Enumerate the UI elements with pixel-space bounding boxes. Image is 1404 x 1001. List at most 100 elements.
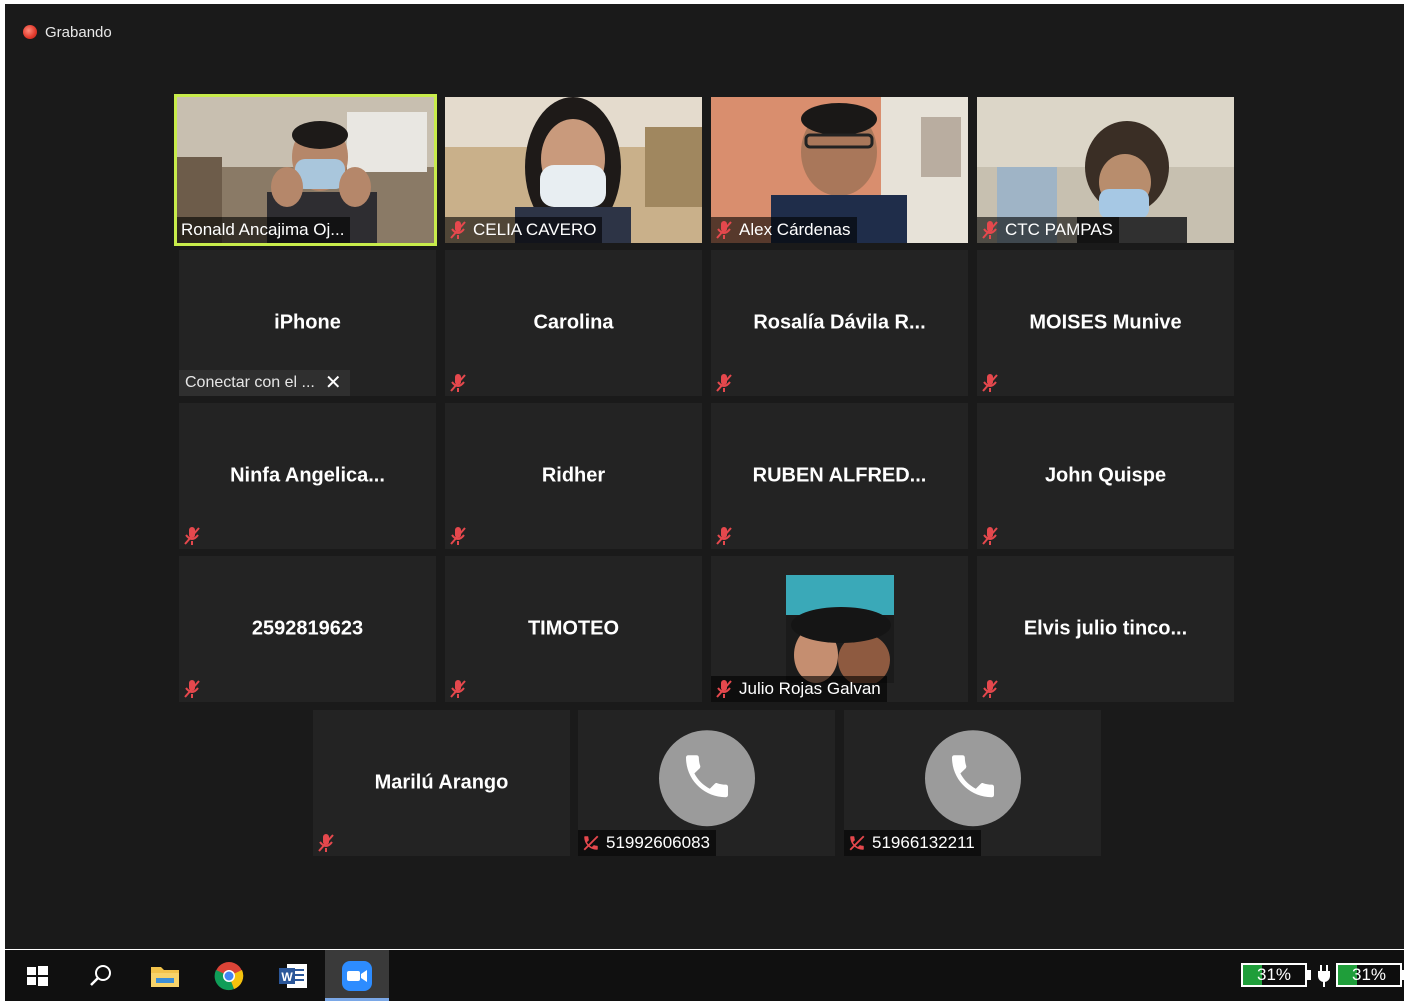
search-icon[interactable] <box>69 950 133 1001</box>
participant-tile-timoteo[interactable]: TIMOTEO <box>445 556 702 702</box>
battery-level: 31% <box>1336 963 1402 987</box>
participant-tile-carolina[interactable]: Carolina <box>445 250 702 396</box>
participant-tile-ninfa[interactable]: Ninfa Angelica... <box>179 403 436 549</box>
windows-taskbar: W 31% 31% <box>5 950 1404 1001</box>
muted-mic-icon <box>183 526 201 546</box>
participant-status <box>445 370 473 396</box>
participant-name-label: 51992606083 <box>578 830 717 856</box>
muted-mic-icon <box>183 679 201 699</box>
participant-tile-ridher[interactable]: Ridher <box>445 403 702 549</box>
participant-name: RUBEN ALFRED... <box>752 464 927 487</box>
participant-tile-ruben[interactable]: RUBEN ALFRED... <box>711 403 968 549</box>
participant-name-label: Julio Rojas Galvan <box>711 676 887 702</box>
phone-tile-call1[interactable]: 51992606083 <box>578 710 835 856</box>
connect-audio-prompt[interactable]: Conectar con el ... ✕ <box>179 370 350 396</box>
connect-prompt-text: Conectar con el ... <box>185 374 315 391</box>
participant-name-label: 51966132211 <box>844 830 981 856</box>
participant-name: 51992606083 <box>606 833 711 852</box>
muted-mic-icon <box>449 526 467 546</box>
video-tile-celia[interactable]: CELIA CAVERO <box>445 97 702 243</box>
participant-tile-moises[interactable]: MOISES Munive <box>977 250 1234 396</box>
participant-status <box>711 370 739 396</box>
muted-mic-icon <box>449 220 467 240</box>
battery-percent: 31% <box>1351 965 1387 984</box>
muted-mic-icon <box>449 679 467 699</box>
video-tile-alex[interactable]: Alex Cárdenas <box>711 97 968 243</box>
participant-status <box>711 523 739 549</box>
windows-start-icon[interactable] <box>5 950 69 1001</box>
participant-name: John Quispe <box>1044 464 1167 487</box>
recording-label: Grabando <box>45 23 112 41</box>
participant-name: MOISES Munive <box>1029 311 1182 334</box>
muted-phone-icon <box>848 833 866 853</box>
zoom-icon[interactable] <box>325 950 389 1001</box>
muted-mic-icon <box>449 373 467 393</box>
phone-tile-call2[interactable]: 51966132211 <box>844 710 1101 856</box>
participant-status <box>977 676 1005 702</box>
participant-tile-rosalia[interactable]: Rosalía Dávila R... <box>711 250 968 396</box>
participant-name: Marilú Arango <box>374 771 509 794</box>
participant-name: CTC PAMPAS <box>1005 220 1113 239</box>
participant-tile-marilu[interactable]: Marilú Arango <box>313 710 570 856</box>
muted-mic-icon <box>981 526 999 546</box>
participant-name-label: Ronald Ancajima Oj... <box>177 217 351 243</box>
participant-tile-iphone[interactable]: iPhone Conectar con el ... ✕ <box>179 250 436 396</box>
participant-name: Ronald Ancajima Oj... <box>181 220 345 239</box>
participant-tile-elvis[interactable]: Elvis julio tinco... <box>977 556 1234 702</box>
participant-tile-julio[interactable]: Julio Rojas Galvan <box>711 556 968 702</box>
battery-indicator[interactable]: 31% <box>1241 963 1311 987</box>
participant-status <box>445 676 473 702</box>
battery-level: 31% <box>1241 963 1307 987</box>
video-tile-ronald[interactable]: Ronald Ancajima Oj... <box>174 94 437 246</box>
muted-mic-icon <box>715 679 733 699</box>
participant-tile-2592819623[interactable]: 2592819623 <box>179 556 436 702</box>
word-icon[interactable]: W <box>261 950 325 1001</box>
participant-name: iPhone <box>274 311 341 334</box>
muted-mic-icon <box>715 526 733 546</box>
participant-name-label: CELIA CAVERO <box>445 217 603 243</box>
muted-mic-icon <box>981 679 999 699</box>
file-explorer-icon[interactable] <box>133 950 197 1001</box>
battery-percent: 31% <box>1256 965 1292 984</box>
power-plug-icon <box>1317 965 1331 992</box>
muted-phone-icon <box>582 833 600 853</box>
muted-mic-icon <box>981 220 999 240</box>
video-tile-ctc[interactable]: CTC PAMPAS <box>977 97 1234 243</box>
recording-dot-icon <box>23 25 37 39</box>
participant-name: Ninfa Angelica... <box>230 464 385 487</box>
chrome-icon[interactable] <box>197 950 261 1001</box>
participant-status <box>977 370 1005 396</box>
participant-status <box>977 523 1005 549</box>
muted-mic-icon <box>981 373 999 393</box>
phone-icon <box>679 748 735 809</box>
participant-status <box>179 523 207 549</box>
muted-mic-icon <box>317 833 335 853</box>
meeting-window: Grabando Ronald Ancajima Oj... CELIA CAV… <box>5 4 1404 949</box>
muted-mic-icon <box>715 373 733 393</box>
muted-mic-icon <box>715 220 733 240</box>
phone-avatar <box>924 730 1021 827</box>
phone-avatar <box>658 730 755 827</box>
avatar <box>786 575 894 683</box>
participant-name: Ridher <box>541 464 606 487</box>
participant-status <box>445 523 473 549</box>
participant-name: 51966132211 <box>872 833 975 852</box>
participant-name: Carolina <box>533 311 614 334</box>
participant-name: Elvis julio tinco... <box>1023 617 1188 640</box>
recording-indicator: Grabando <box>23 22 112 42</box>
participant-name: Rosalía Dávila R... <box>753 311 926 334</box>
participant-name: CELIA CAVERO <box>473 220 597 239</box>
participant-status <box>179 676 207 702</box>
participant-tile-john[interactable]: John Quispe <box>977 403 1234 549</box>
participant-status <box>313 830 341 856</box>
participant-name: 2592819623 <box>251 617 364 640</box>
participant-name-label: Alex Cárdenas <box>711 217 857 243</box>
phone-icon <box>945 748 1001 809</box>
participant-name: Alex Cárdenas <box>739 220 851 239</box>
svg-text:W: W <box>281 970 293 984</box>
participant-name-label: CTC PAMPAS <box>977 217 1119 243</box>
participant-name: Julio Rojas Galvan <box>739 679 881 698</box>
participant-name: TIMOTEO <box>527 617 620 640</box>
close-icon[interactable]: ✕ <box>325 373 342 393</box>
battery-indicator-2[interactable]: 31% <box>1336 963 1404 987</box>
